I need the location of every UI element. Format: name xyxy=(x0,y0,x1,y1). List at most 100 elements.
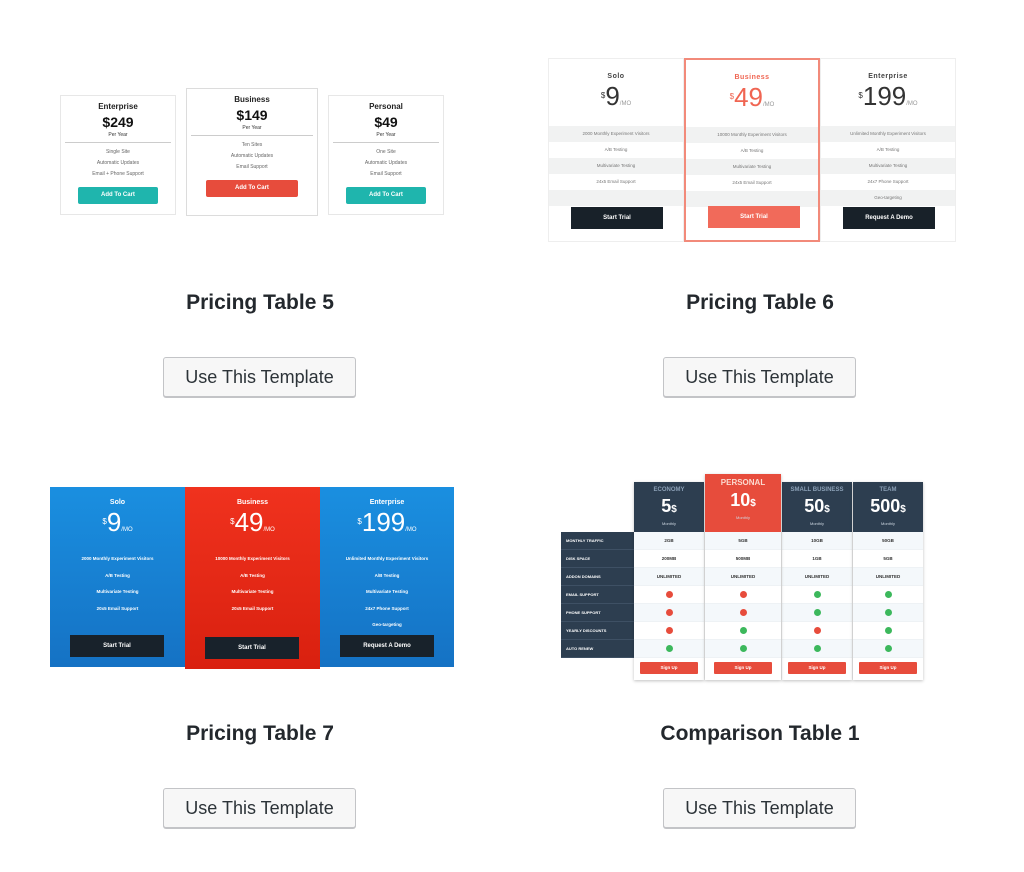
plan-value: UNLIMITED xyxy=(705,568,781,586)
add-to-cart-button: Add To Cart xyxy=(206,180,298,197)
start-trial-button: Start Trial xyxy=(205,637,299,659)
plan-feature: Multivariate Testing xyxy=(366,589,408,594)
divider xyxy=(333,142,439,143)
plan-name: Business xyxy=(236,499,269,506)
plan-feature: Ten Sites xyxy=(241,142,263,148)
plan-value: 10GB xyxy=(782,532,852,550)
plan-feature: A/B Testing xyxy=(740,148,764,153)
plan-column: TEAM 500$ Monthly 50GB 5GB UNLIMITED Sig… xyxy=(853,482,923,680)
divider xyxy=(65,142,171,143)
plan-feature: Geo-targeting xyxy=(821,190,955,206)
plan-rows: 5GB 500MB UNLIMITED xyxy=(705,532,781,658)
plan-period: Per Year xyxy=(108,132,128,138)
plan-header: TEAM 500$ Monthly xyxy=(853,482,923,532)
template-title: Pricing Table 5 xyxy=(186,291,334,314)
plan-feature: Multivariate Testing xyxy=(96,589,139,594)
plan-value: UNLIMITED xyxy=(634,568,704,586)
plan-feature: A/B Testing xyxy=(240,572,265,578)
plan-feature xyxy=(185,617,320,634)
feature-label: EMAIL SUPPORT xyxy=(561,586,635,604)
plan-price: $9/MO xyxy=(102,507,133,537)
plan-feature: 10000 Monthly Experiment Visitors xyxy=(215,556,290,561)
plan-column: ECONOMY 5$ Monthly 2GB 200MB UNLIMITED S… xyxy=(634,482,704,680)
plan-feature: A/B Testing xyxy=(876,147,900,152)
plan-price: $149 xyxy=(236,107,268,123)
plan-value: 500MB xyxy=(705,550,781,568)
plan-name: Business xyxy=(234,95,270,104)
feature-label: MONTHLY TRAFFIC xyxy=(561,532,635,550)
plan-period: Monthly xyxy=(809,521,824,526)
use-template-button[interactable]: Use This Template xyxy=(663,357,856,397)
plan-feature: Multivariate Testing xyxy=(231,589,274,594)
plan-feature: 20x5 Email Support xyxy=(231,605,274,611)
plan-feature: 24x7 Phone Support xyxy=(867,179,909,184)
plan-name: Enterprise xyxy=(369,499,405,506)
plan-features: 2000 Monthly Experiment Visitors A/B Tes… xyxy=(549,126,683,206)
cross-icon xyxy=(739,591,747,599)
use-template-button[interactable]: Use This Template xyxy=(663,788,856,828)
feature-label: ADDON DOMAINS xyxy=(561,568,635,586)
plan-feature: Automatic Updates xyxy=(230,153,274,159)
feature-label: PHONE SUPPORT xyxy=(561,604,635,622)
plan-period: Monthly xyxy=(735,515,750,520)
check-icon xyxy=(813,645,821,653)
plan-feature: Unlimited Monthly Experiment Visitors xyxy=(821,126,955,142)
start-trial-button: Start Trial xyxy=(70,635,164,657)
plan-feature: Email Support xyxy=(236,164,268,170)
plan-period: Per Year xyxy=(242,125,262,131)
plan-rows: 10GB 1GB UNLIMITED xyxy=(782,532,852,658)
plan-feature: 24x5 Email Support xyxy=(596,179,636,184)
plan-column: Enterprise $199/MO Unlimited Monthly Exp… xyxy=(320,487,454,667)
plan-feature: Automatic Updates xyxy=(364,160,408,166)
feature-label: AUTO RENEW xyxy=(561,640,635,658)
plan-value: 200MB xyxy=(634,550,704,568)
template-preview-pricing-table-6[interactable]: Solo $9/MO 2000 Monthly Experiment Visit… xyxy=(548,58,956,243)
plan-header: PERSONAL 10$ Monthly xyxy=(705,474,781,532)
template-preview-pricing-table-5[interactable]: Enterprise $249 Per Year Single Site Aut… xyxy=(60,88,444,218)
plan-rows: 2GB 200MB UNLIMITED xyxy=(634,532,704,658)
plan-name: Enterprise xyxy=(98,102,138,111)
plan-name: PERSONAL xyxy=(720,478,766,487)
template-card-pricing-table-6: Solo $9/MO 2000 Monthly Experiment Visit… xyxy=(530,0,990,420)
plan-name: Solo xyxy=(109,499,126,506)
plan-features: Unlimited Monthly Experiment Visitors A/… xyxy=(821,126,955,206)
plan-feature: One Site xyxy=(376,149,396,155)
use-template-button[interactable]: Use This Template xyxy=(163,788,356,828)
plan-name: Solo xyxy=(607,73,625,80)
template-preview-comparison-table-1[interactable]: MONTHLY TRAFFIC DISK SPACE ADDON DOMAINS… xyxy=(561,474,929,684)
plan-header: ECONOMY 5$ Monthly xyxy=(634,482,704,532)
plan-value: 5GB xyxy=(853,550,923,568)
plan-period: Monthly xyxy=(880,521,895,526)
plan-feature: 2000 Monthly Experiment Visitors xyxy=(549,126,683,142)
feature-label: YEARLY DISCOUNTS xyxy=(561,622,635,640)
plan-features: 10000 Monthly Experiment Visitors A/B Te… xyxy=(185,551,320,634)
plan-column-featured: Business $49/MO 10000 Monthly Experiment… xyxy=(185,487,320,669)
check-icon xyxy=(739,645,747,653)
use-template-button[interactable]: Use This Template xyxy=(163,357,356,397)
plan-name: TEAM xyxy=(879,487,897,493)
check-icon xyxy=(813,609,821,617)
plan-feature: 2000 Monthly Experiment Visitors xyxy=(81,556,154,561)
check-icon xyxy=(739,627,747,635)
start-trial-button: Start Trial xyxy=(708,206,800,228)
plan-feature: Email + Phone Support xyxy=(92,171,144,177)
start-trial-button: Start Trial xyxy=(571,207,663,229)
plan-feature: A/B Testing xyxy=(604,147,628,152)
plan-price: 10$ xyxy=(730,490,756,510)
plan-price: $9/MO xyxy=(600,81,632,111)
request-demo-button: Request A Demo xyxy=(340,635,434,657)
plan-feature: 10000 Monthly Experiment Visitors xyxy=(686,127,818,143)
plan-column-featured: PERSONAL 10$ Monthly 5GB 500MB UNLIMITED… xyxy=(705,474,781,680)
plan-value: 5GB xyxy=(705,532,781,550)
request-demo-button: Request A Demo xyxy=(843,207,935,229)
plan-feature: Multivariate Testing xyxy=(821,158,955,174)
plan-feature: 24x7 Phone Support xyxy=(365,605,409,611)
plan-column: Personal $49 Per Year One Site Automatic… xyxy=(328,95,444,215)
check-icon xyxy=(884,627,892,635)
plan-feature: A/B Testing xyxy=(105,572,130,578)
plan-feature: Single Site xyxy=(106,149,130,155)
template-title: Pricing Table 7 xyxy=(186,722,334,745)
sign-up-button: Sign Up xyxy=(714,662,772,674)
plan-value: 2GB xyxy=(634,532,704,550)
template-preview-pricing-table-7[interactable]: Solo $9/MO 2000 Monthly Experiment Visit… xyxy=(50,487,454,669)
